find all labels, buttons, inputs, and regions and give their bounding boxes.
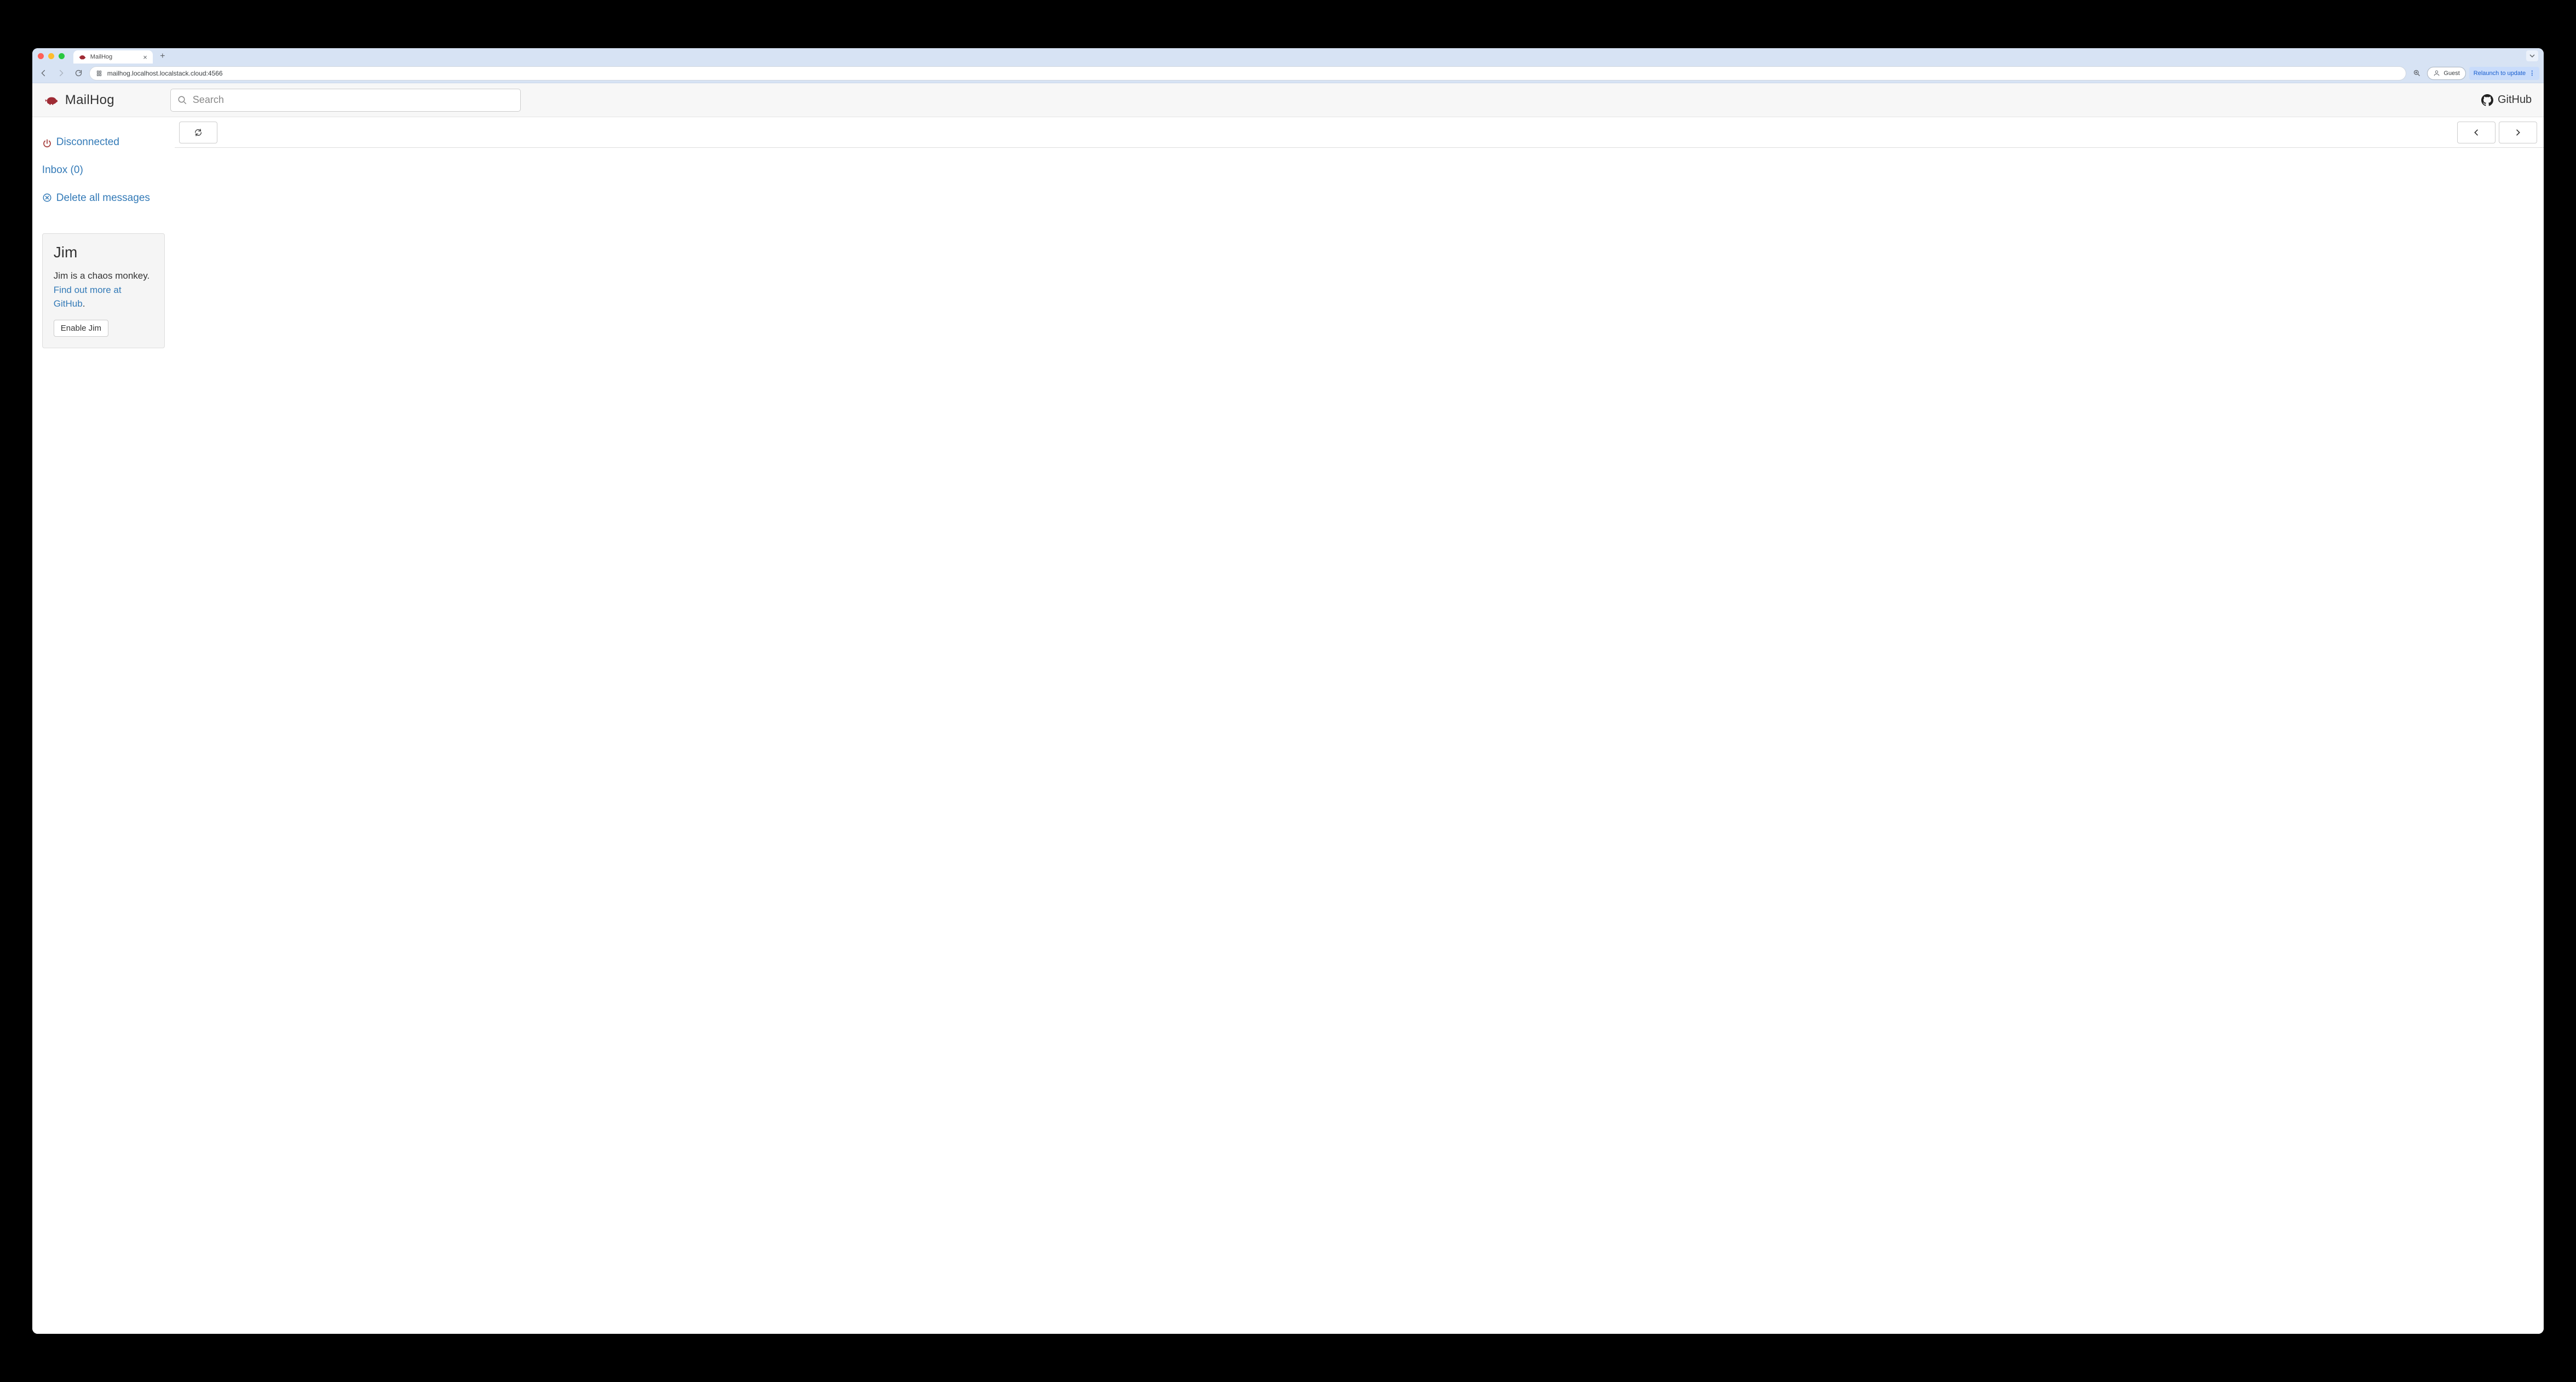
zoom-button[interactable] xyxy=(2410,66,2424,80)
page-next-button[interactable] xyxy=(2499,122,2537,143)
github-link[interactable]: GitHub xyxy=(2481,94,2532,106)
arrow-right-icon xyxy=(57,69,65,77)
tab-close-button[interactable]: × xyxy=(143,53,147,61)
app-header: MailHog GitHub xyxy=(32,83,2544,117)
github-label: GitHub xyxy=(2498,94,2532,106)
url-bar: mailhog.localhost.localstack.cloud:4566 … xyxy=(32,64,2544,83)
message-list-empty xyxy=(175,148,2544,1333)
jim-title: Jim xyxy=(54,244,153,261)
page-prev-button[interactable] xyxy=(2457,122,2496,143)
brand-name: MailHog xyxy=(65,93,114,108)
reload-icon xyxy=(74,69,83,77)
enable-jim-button[interactable]: Enable Jim xyxy=(54,320,108,337)
nav-forward-button[interactable] xyxy=(54,66,68,80)
arrow-left-icon xyxy=(39,69,48,77)
inbox-label: Inbox (0) xyxy=(42,164,83,177)
jim-period: . xyxy=(83,298,85,309)
address-text: mailhog.localhost.localstack.cloud:4566 xyxy=(107,70,223,77)
power-icon xyxy=(42,139,52,148)
chevron-down-icon xyxy=(2529,53,2535,59)
connection-status-text: Disconnected xyxy=(56,136,119,149)
search-box[interactable] xyxy=(170,89,521,112)
jim-github-link[interactable]: Find out more at GitHub xyxy=(54,285,122,309)
connection-status-link[interactable]: Disconnected xyxy=(42,136,165,149)
inbox-link[interactable]: Inbox (0) xyxy=(42,164,165,177)
tab-favicon-pig-icon xyxy=(79,53,87,61)
tab-title: MailHog xyxy=(90,54,112,60)
toolbar xyxy=(175,117,2544,148)
main-pane xyxy=(175,117,2544,1333)
address-bar[interactable]: mailhog.localhost.localstack.cloud:4566 xyxy=(89,66,2407,80)
chevron-left-icon xyxy=(2472,128,2481,137)
jim-description: Jim is a chaos monkey. Find out more at … xyxy=(54,269,153,311)
browser-tab[interactable]: MailHog × xyxy=(73,50,153,64)
new-tab-button[interactable]: + xyxy=(156,50,169,63)
site-settings-icon[interactable] xyxy=(95,70,103,77)
nav-back-button[interactable] xyxy=(37,66,51,80)
browser-menu-icon[interactable]: ⋮ xyxy=(2529,70,2535,77)
guest-label: Guest xyxy=(2443,70,2459,77)
relaunch-button[interactable]: Relaunch to update ⋮ xyxy=(2469,67,2539,80)
pager xyxy=(2457,122,2537,143)
pig-logo-icon xyxy=(44,95,60,106)
browser-window: MailHog × + mailhog.localhost.localstack… xyxy=(32,48,2544,1333)
jim-panel: Jim Jim is a chaos monkey. Find out more… xyxy=(42,233,165,348)
sidebar: Disconnected Inbox (0) Delete all messag… xyxy=(32,117,175,1333)
window-maximize-button[interactable] xyxy=(59,53,65,59)
profile-guest-button[interactable]: Guest xyxy=(2427,67,2465,80)
window-close-button[interactable] xyxy=(38,53,44,59)
nav-reload-button[interactable] xyxy=(72,66,86,80)
magnifier-icon xyxy=(2413,69,2421,77)
tab-bar: MailHog × + xyxy=(32,48,2544,64)
relaunch-label: Relaunch to update xyxy=(2474,70,2526,77)
jim-desc-text: Jim is a chaos monkey. xyxy=(54,270,150,281)
close-circle-icon xyxy=(42,193,52,203)
tabs-dropdown-button[interactable] xyxy=(2526,50,2538,61)
window-controls xyxy=(38,53,65,59)
brand[interactable]: MailHog xyxy=(44,93,159,108)
chevron-right-icon xyxy=(2514,128,2522,137)
delete-all-link[interactable]: Delete all messages xyxy=(42,192,165,205)
search-input[interactable] xyxy=(193,94,514,106)
app-body: Disconnected Inbox (0) Delete all messag… xyxy=(32,117,2544,1333)
refresh-icon xyxy=(194,128,203,137)
window-minimize-button[interactable] xyxy=(48,53,54,59)
github-icon xyxy=(2481,94,2493,106)
person-icon xyxy=(2433,70,2440,77)
app-root: MailHog GitHub Disconnected Inbox (0) xyxy=(32,83,2544,1333)
search-icon xyxy=(177,95,187,105)
delete-all-label: Delete all messages xyxy=(56,192,150,205)
refresh-button[interactable] xyxy=(179,122,217,143)
